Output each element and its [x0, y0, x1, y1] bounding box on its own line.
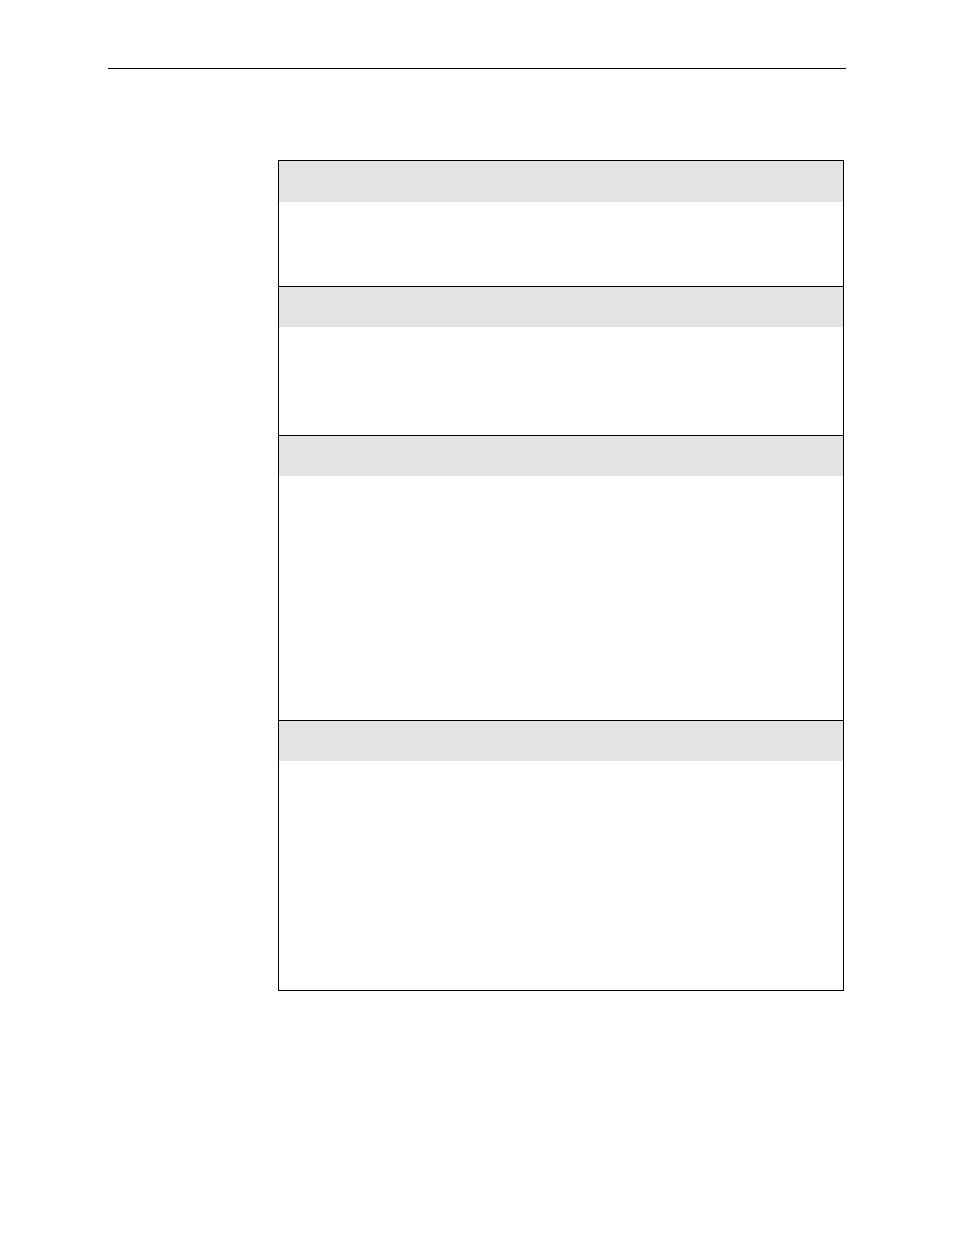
section-body-2: [279, 327, 843, 435]
section-body-4: [279, 761, 843, 990]
section-header-2: [279, 286, 843, 327]
document-page: [0, 0, 954, 1235]
header-rule: [108, 68, 846, 69]
section-header-4: [279, 720, 843, 761]
section-body-1: [279, 202, 843, 286]
section-header-1: [279, 161, 843, 202]
sectioned-table: [278, 160, 844, 991]
section-header-3: [279, 435, 843, 476]
section-body-3: [279, 476, 843, 720]
